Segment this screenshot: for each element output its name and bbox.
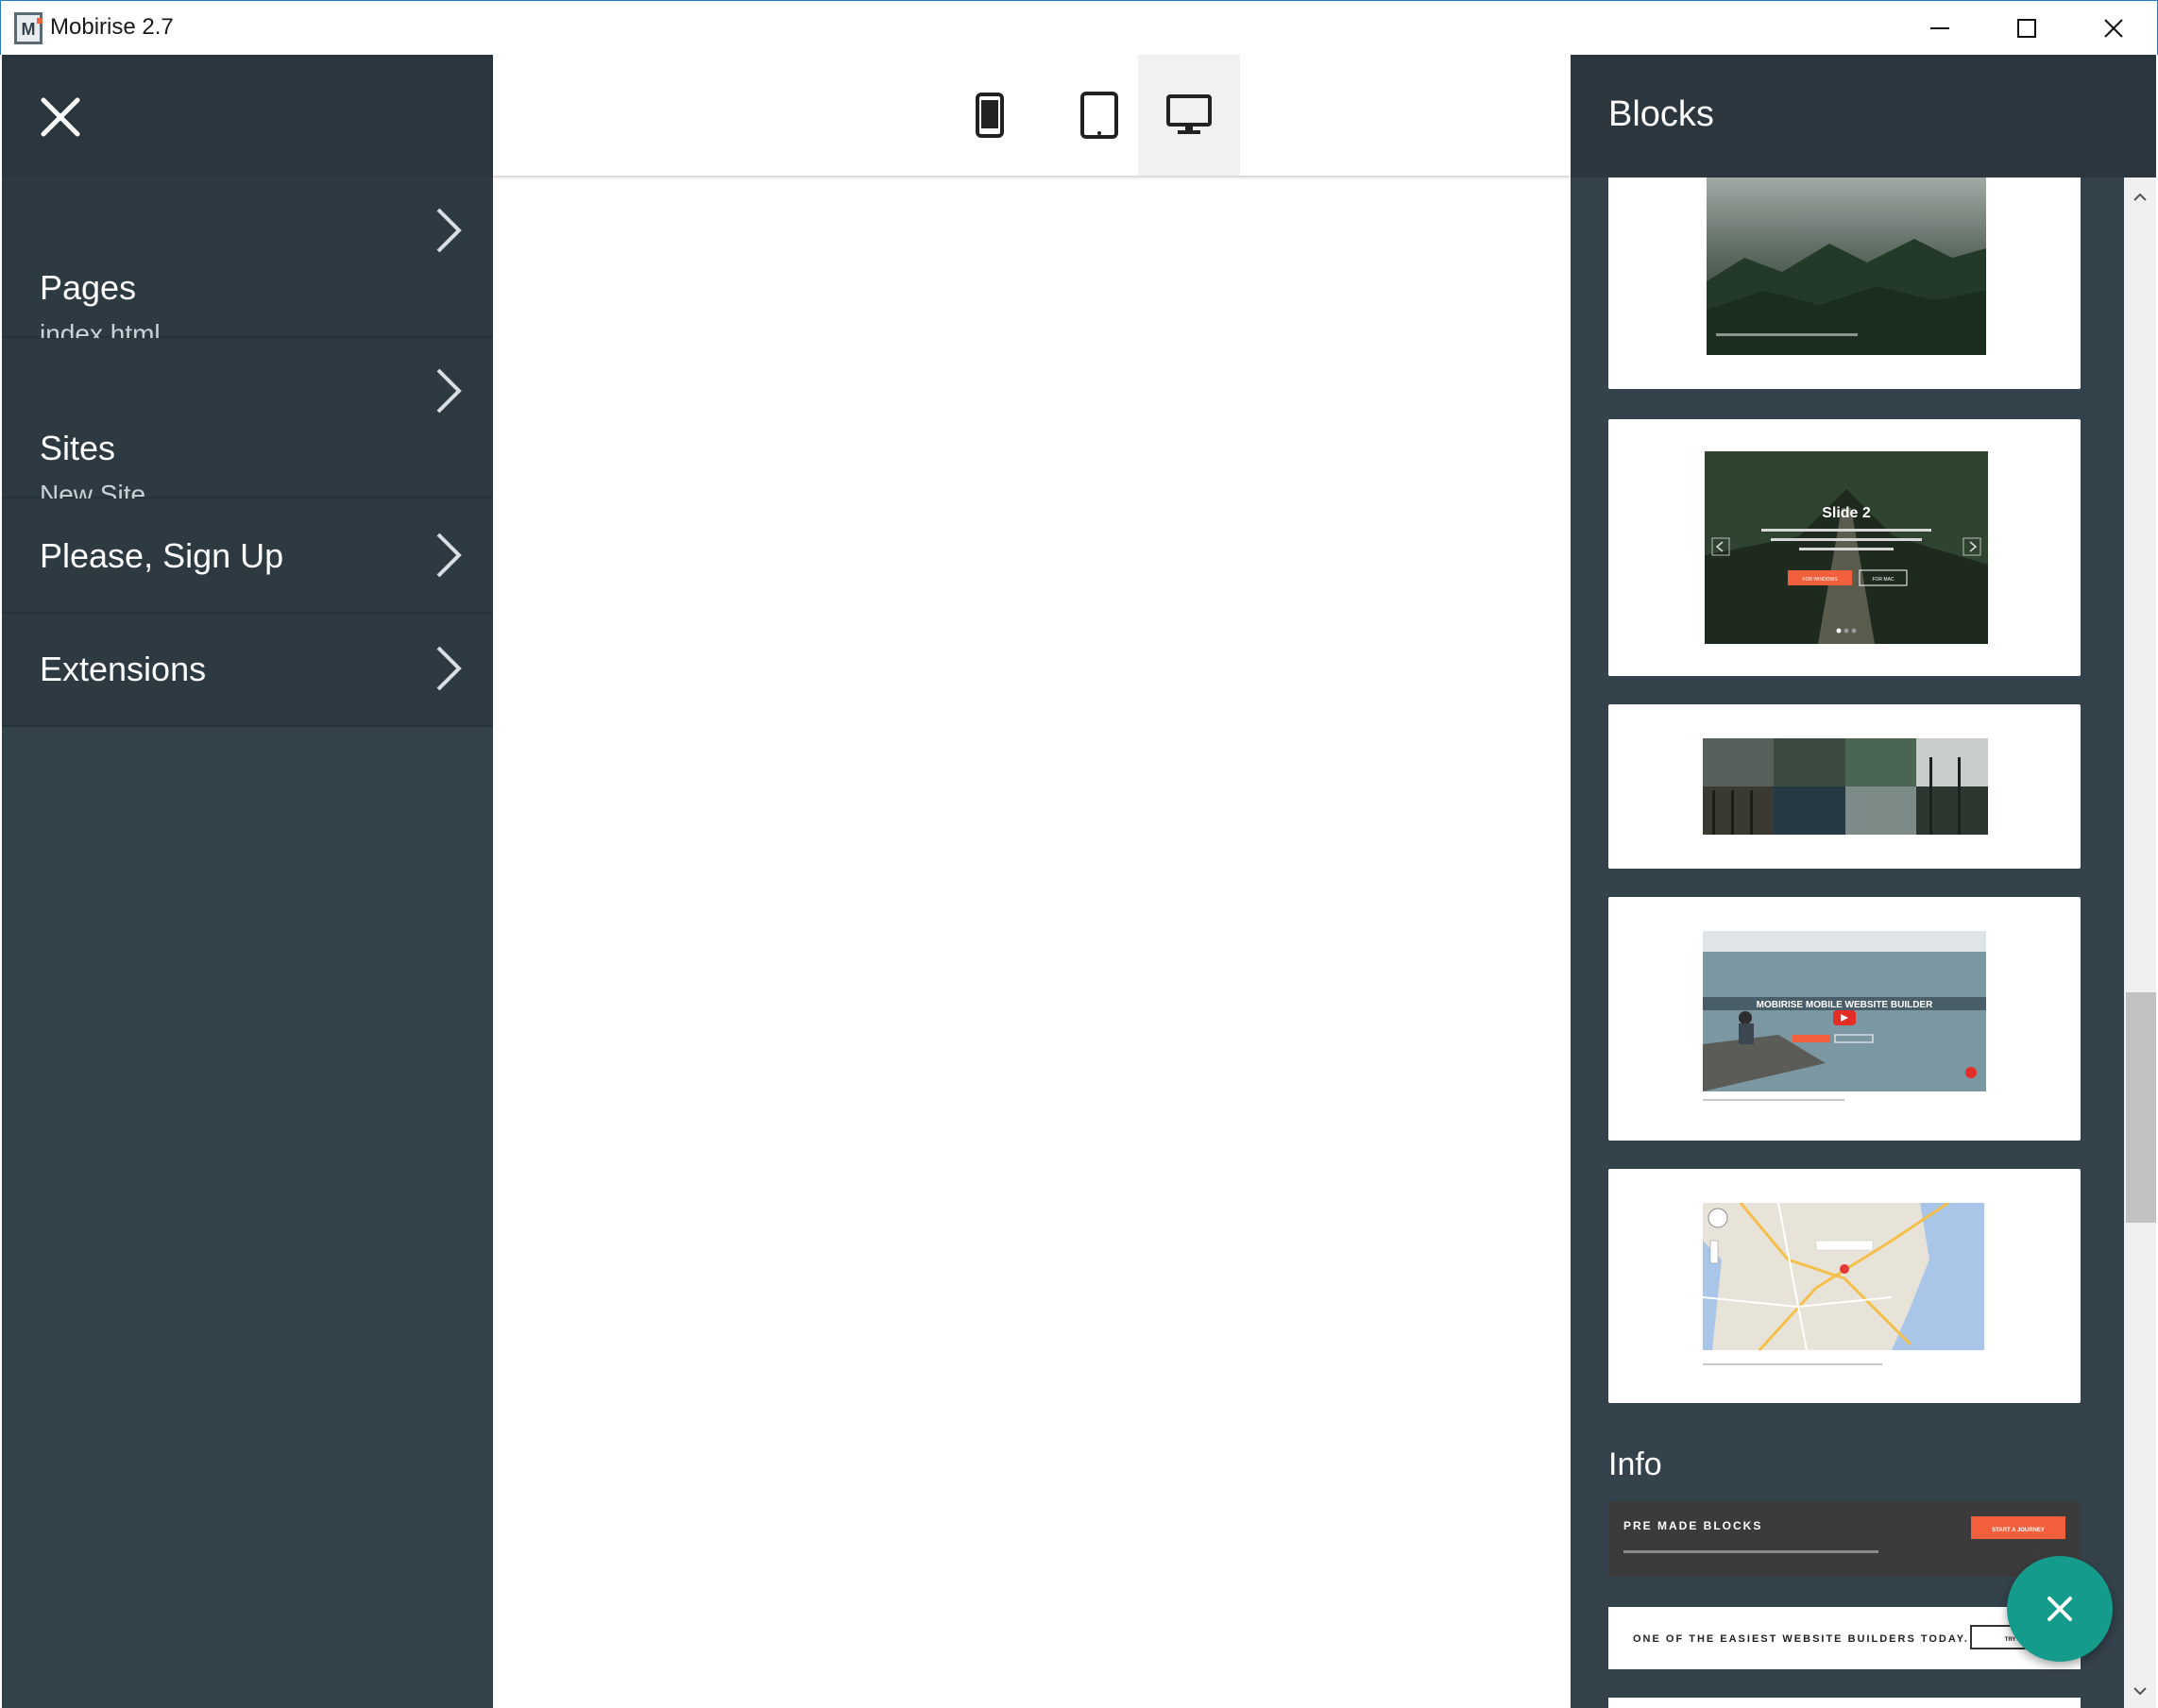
minimize-button[interactable] bbox=[1896, 1, 1983, 55]
sidebar-item-sites[interactable]: Sites New Site bbox=[2, 338, 493, 509]
block-thumbnail-gallery[interactable] bbox=[1608, 704, 2081, 869]
block-thumbnail-video[interactable]: MOBIRISE MOBILE WEBSITE BUILDER bbox=[1608, 897, 2081, 1141]
chevron-right-icon bbox=[436, 368, 462, 414]
tablet-preview-button[interactable] bbox=[1048, 55, 1150, 176]
maximize-icon bbox=[2017, 18, 2036, 38]
info-premade-button: START A JOURNEY bbox=[1992, 1528, 2045, 1533]
chevron-right-icon bbox=[436, 208, 462, 253]
map-thumbnail-image bbox=[1703, 1203, 1984, 1365]
sidebar-item-extensions[interactable]: Extensions bbox=[2, 614, 493, 727]
sidebar-item-label: Extensions bbox=[40, 650, 207, 688]
block-thumbnail-next[interactable] bbox=[1608, 1698, 2081, 1708]
block-thumbnail-slider[interactable]: Slide 2 FOR WINDOWS FOR MAC bbox=[1608, 419, 2081, 676]
blocks-panel-title: Blocks bbox=[1608, 94, 1714, 134]
page-canvas[interactable] bbox=[493, 176, 1571, 1708]
slide-title: Slide 2 bbox=[1822, 505, 1871, 521]
info-section-title: Info bbox=[1608, 1446, 1662, 1482]
scroll-down-icon[interactable] bbox=[2130, 1681, 2150, 1701]
block-thumbnail-header[interactable] bbox=[1608, 168, 2081, 389]
desktop-preview-button[interactable] bbox=[1138, 55, 1240, 176]
video-headline: MOBIRISE MOBILE WEBSITE BUILDER bbox=[1757, 1000, 1933, 1010]
slide-button-mac: FOR MAC bbox=[1872, 577, 1894, 583]
gallery-thumbnail-image bbox=[1703, 738, 1988, 835]
left-sidebar: Pages index.html Sites New Site Please, … bbox=[2, 55, 493, 1708]
close-icon bbox=[2048, 1597, 2072, 1621]
slider-thumbnail-image: Slide 2 FOR WINDOWS FOR MAC bbox=[1705, 451, 1988, 644]
close-sidebar-icon[interactable] bbox=[38, 94, 83, 140]
sidebar-header bbox=[2, 55, 493, 178]
info-premade-image: PRE MADE BLOCKS START A JOURNEY bbox=[1623, 1516, 2065, 1553]
window-title: Mobirise 2.7 bbox=[50, 14, 174, 40]
maximize-button[interactable] bbox=[1983, 1, 2070, 55]
sidebar-item-label: Sites bbox=[40, 429, 116, 467]
info-premade-headline: PRE MADE BLOCKS bbox=[1623, 1519, 1762, 1532]
desktop-icon bbox=[1166, 94, 1212, 134]
blocks-scrollbar-thumb[interactable] bbox=[2126, 992, 2156, 1223]
minimize-icon bbox=[1930, 26, 1949, 29]
phone-icon bbox=[976, 93, 1004, 138]
slide-button-windows: FOR WINDOWS bbox=[1802, 577, 1838, 583]
phone-preview-button[interactable] bbox=[939, 55, 1041, 176]
video-thumbnail-image: MOBIRISE MOBILE WEBSITE BUILDER bbox=[1703, 931, 1986, 1101]
block-thumbnail-info-premade[interactable]: PRE MADE BLOCKS START A JOURNEY bbox=[1608, 1501, 2081, 1577]
scroll-up-icon[interactable] bbox=[2130, 187, 2150, 208]
tablet-icon bbox=[1080, 92, 1118, 139]
window-titlebar: M Mobirise 2.7 bbox=[0, 0, 2158, 55]
blocks-panel-header: Blocks bbox=[1571, 55, 2156, 178]
mobirise-app-icon: M bbox=[14, 12, 42, 44]
blocks-panel: Blocks Slide 2 FOR WINDOWS FOR MAC MOBIR… bbox=[1571, 55, 2156, 1708]
block-thumbnail-map[interactable] bbox=[1608, 1169, 2081, 1403]
forest-thumbnail-image bbox=[1707, 168, 1986, 355]
sidebar-item-sign-up[interactable]: Please, Sign Up bbox=[2, 499, 493, 614]
close-blocks-fab[interactable] bbox=[2007, 1556, 2113, 1662]
chevron-right-icon bbox=[436, 646, 462, 691]
sidebar-item-label: Please, Sign Up bbox=[40, 536, 284, 575]
blocks-scrollbar[interactable] bbox=[2124, 178, 2156, 1708]
svg-text:M: M bbox=[22, 20, 36, 39]
close-window-button[interactable] bbox=[2070, 1, 2157, 55]
sidebar-item-label: Pages bbox=[40, 268, 137, 307]
chevron-right-icon bbox=[436, 533, 462, 578]
close-icon bbox=[2104, 18, 2123, 38]
device-preview-bar bbox=[493, 55, 1571, 176]
sidebar-item-pages[interactable]: Pages index.html bbox=[2, 178, 493, 348]
info-easiest-headline: ONE OF THE EASIEST WEBSITE BUILDERS TODA… bbox=[1633, 1633, 1969, 1645]
